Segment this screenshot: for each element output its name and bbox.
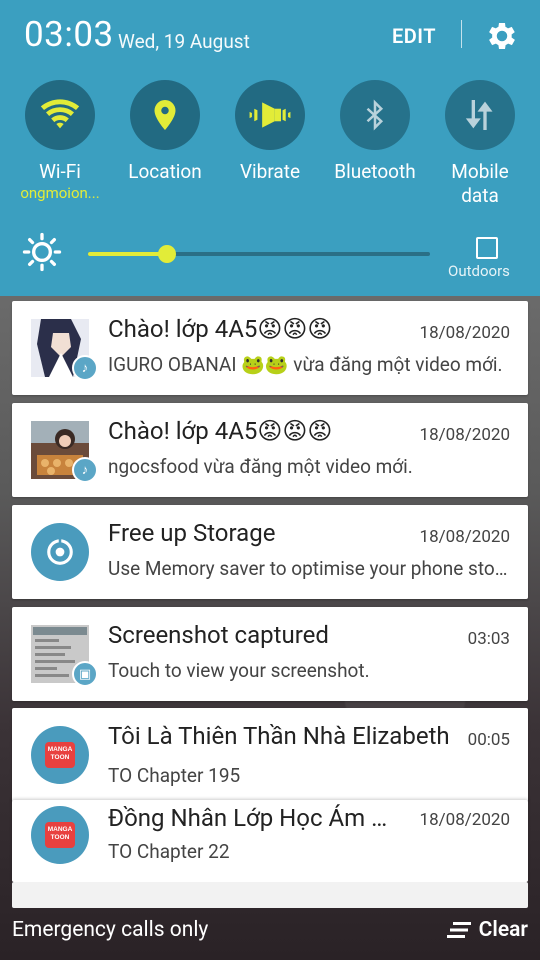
clear-all-icon (446, 922, 471, 938)
notification-title: Chào! lớp 4A5😡😡😡 (108, 315, 333, 343)
vibrate-icon (249, 102, 291, 128)
wifi-toggle-circle[interactable] (25, 80, 95, 150)
vibrate-toggle-circle[interactable] (235, 80, 305, 150)
notification-title: Đồng Nhân Lớp Học Ám Sát (108, 804, 398, 832)
notification-time: 18/08/2020 (419, 425, 510, 445)
brightness-icon (22, 232, 62, 272)
notification-card[interactable]: ▣ Screenshot captured 03:03 Touch to vie… (12, 607, 528, 701)
notification-card[interactable]: ♪ Chào! lớp 4A5😡😡😡 18/08/2020 IGURO OBAN… (12, 301, 528, 395)
notification-body: ngocsfood vừa đăng một video mới. (108, 455, 413, 478)
notification-title: Tôi Là Thiên Thần Nhà Elizabeth (108, 722, 450, 750)
notification-card[interactable]: MANGA TOON Tôi Là Thiên Thần Nhà Elizabe… (12, 708, 528, 802)
divider (461, 20, 462, 48)
mobile-data-label: Mobile data (451, 160, 509, 207)
notification-time: 00:05 (467, 730, 510, 750)
notification-time: 03:03 (467, 629, 510, 649)
location-icon (154, 100, 176, 130)
location-toggle-circle[interactable] (130, 80, 200, 150)
location-toggle[interactable]: Location (115, 80, 215, 184)
clear-label: Clear (478, 918, 528, 942)
location-label: Location (128, 160, 202, 183)
notification-title: Free up Storage (108, 519, 276, 547)
notification-body: TO Chapter 195 (108, 764, 241, 787)
notification-card[interactable]: ♪ Chào! lớp 4A5😡😡😡 18/08/2020 ngocsfood … (12, 403, 528, 497)
clock: 03:03 (24, 14, 114, 55)
mangatoon-app-icon: MANGA TOON (31, 726, 89, 784)
mangatoon-logo: MANGA TOON (45, 742, 75, 768)
outdoors-label: Outdoors (448, 262, 510, 280)
bluetooth-toggle[interactable]: Bluetooth (325, 80, 425, 184)
notification-body: TO Chapter 22 (108, 840, 230, 863)
date: Wed, 19 August (118, 30, 250, 53)
wifi-label: Wi-Fi (39, 160, 81, 183)
mobile-data-toggle[interactable]: Mobile data (430, 80, 530, 208)
tiktok-icon: ♪ (72, 355, 98, 381)
memory-saver-icon (31, 523, 89, 581)
notification-body: Use Memory saver to optimise your phone … (108, 557, 508, 580)
tiktok-icon: ♪ (72, 457, 98, 483)
wifi-network-name: ongmoion... (20, 184, 100, 202)
brightness-slider-fill (88, 252, 167, 256)
outdoors-checkbox[interactable] (476, 237, 498, 259)
notification-time: 18/08/2020 (419, 527, 510, 547)
quick-settings-panel: 03:03 Wed, 19 August EDIT Wi-Fi ongmoion… (0, 0, 540, 296)
clear-button[interactable]: Clear (446, 918, 528, 942)
vibrate-toggle[interactable]: Vibrate (220, 80, 320, 184)
gear-icon[interactable] (484, 18, 520, 54)
notification-body: IGURO OBANAI 🐸🐸 vừa đăng một video mới. (108, 353, 503, 376)
notification-title: Chào! lớp 4A5😡😡😡 (108, 417, 333, 445)
bluetooth-toggle-circle[interactable] (340, 80, 410, 150)
notification-time: 18/08/2020 (419, 810, 510, 830)
bluetooth-label: Bluetooth (334, 160, 416, 183)
brightness-slider-thumb[interactable] (157, 245, 176, 263)
wifi-toggle[interactable]: Wi-Fi ongmoion... (10, 80, 110, 202)
mangatoon-app-icon: MANGA TOON (31, 806, 89, 864)
mangatoon-logo: MANGA TOON (45, 822, 75, 848)
notification-card[interactable]: Free up Storage 18/08/2020 Use Memory sa… (12, 505, 528, 599)
mobile-data-toggle-circle[interactable] (445, 80, 515, 150)
stacked-notification-edge[interactable] (12, 882, 528, 908)
emergency-calls-label: Emergency calls only (12, 918, 209, 942)
edit-button[interactable]: EDIT (392, 24, 436, 48)
bluetooth-icon (366, 99, 384, 131)
image-icon: ▣ (72, 661, 98, 687)
notification-title: Screenshot captured (108, 621, 329, 649)
wifi-icon (40, 99, 80, 129)
notification-card[interactable]: MANGA TOON Đồng Nhân Lớp Học Ám Sát 18/0… (12, 800, 528, 882)
mobile-data-icon (465, 100, 493, 130)
notification-body: Touch to view your screenshot. (108, 659, 370, 682)
vibrate-label: Vibrate (239, 160, 301, 183)
notification-time: 18/08/2020 (419, 323, 510, 343)
